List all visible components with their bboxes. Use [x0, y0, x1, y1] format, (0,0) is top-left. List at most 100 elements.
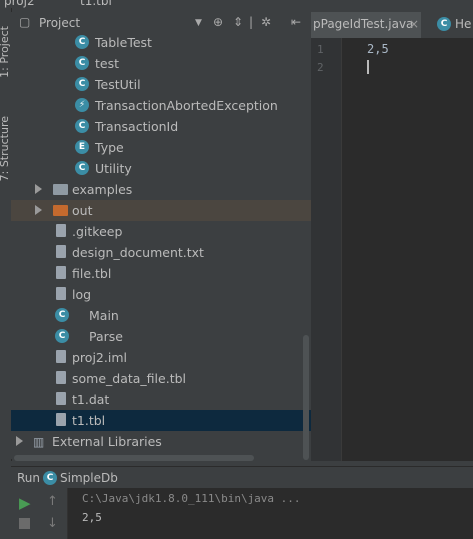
class-icon: C — [75, 35, 89, 49]
tree-item-label: Type — [95, 140, 124, 155]
tree-item-label: .gitkeep — [72, 224, 123, 239]
file-icon — [56, 266, 66, 279]
tree-item[interactable]: proj2.iml — [11, 347, 311, 368]
editor-tab-label: He — [455, 17, 472, 31]
class-icon: C — [75, 77, 89, 91]
file-icon — [56, 413, 66, 426]
tree-item-label: test — [95, 56, 120, 71]
project-tree: C TableTest C test C TestUtil ⚡ Transact… — [11, 34, 311, 459]
library-icon: ▥ — [33, 435, 45, 449]
class-icon: C — [437, 17, 451, 31]
folder-icon — [53, 205, 68, 216]
tree-item[interactable]: E Type — [11, 137, 311, 158]
class-icon: C — [75, 119, 89, 133]
class-icon: C — [75, 161, 89, 175]
enum-icon: E — [75, 140, 89, 154]
tree-item[interactable]: C TestUtil — [11, 74, 311, 95]
code-editor[interactable]: 1 2 2,5 — [311, 38, 473, 461]
tree-item[interactable]: C Utility — [11, 158, 311, 179]
tree-item-label: t1.dat — [72, 392, 110, 407]
file-icon — [56, 392, 66, 405]
expand-arrow-icon[interactable] — [35, 205, 42, 215]
rerun-play-icon[interactable]: ▶ — [19, 494, 31, 512]
structure-tool-tab[interactable]: 7: Structure — [0, 116, 11, 181]
hide-panel-icon[interactable]: ⇤ — [291, 15, 301, 29]
file-icon — [56, 350, 66, 363]
tree-item[interactable]: C TableTest — [11, 32, 311, 53]
tree-item-label: Main — [89, 308, 119, 323]
tree-item[interactable]: C Parse — [11, 326, 311, 347]
run-panel-label[interactable]: Run — [17, 471, 40, 485]
project-tool-tab[interactable]: 1: Project — [0, 26, 11, 78]
tree-horizontal-scrollbar[interactable] — [14, 455, 254, 461]
view-dropdown-icon[interactable]: ▼ — [195, 18, 202, 28]
exception-class-icon: ⚡ — [75, 98, 89, 112]
editor-tab-label: pPageIdTest.java — [313, 17, 414, 31]
tree-item-label: some_data_file.tbl — [72, 371, 187, 386]
main-class-icon: C — [55, 308, 69, 322]
tree-item-label: t1.tbl — [72, 413, 106, 428]
console-command-line: C:\Java\jdk1.8.0_111\bin\java ... — [82, 492, 301, 505]
title-bar: proj2 t1.tbl — [0, 0, 473, 8]
tree-item-label: Utility — [95, 161, 132, 176]
run-toolbar: ▶ ↑ ↓ — [11, 488, 68, 539]
tree-item-label: file.tbl — [72, 266, 112, 281]
settings-gear-icon[interactable]: ✲ — [261, 15, 271, 29]
file-icon — [56, 287, 66, 300]
tree-item-label: proj2.iml — [72, 350, 127, 365]
tree-item[interactable]: out — [11, 200, 311, 221]
run-config-icon: C — [43, 471, 57, 485]
scroll-up-icon[interactable]: ↑ — [47, 494, 58, 509]
text-caret — [367, 60, 369, 74]
project-view-icon: ▢ — [19, 15, 31, 29]
tree-item[interactable]: some_data_file.tbl — [11, 368, 311, 389]
file-icon — [56, 371, 66, 384]
tree-vertical-scrollbar[interactable] — [303, 335, 309, 460]
line-gutter: 1 2 — [311, 38, 342, 461]
code-line: 2,5 — [367, 42, 389, 56]
tree-item-selected[interactable]: t1.tbl — [11, 410, 311, 431]
tree-item-label: log — [72, 287, 92, 302]
run-config-name[interactable]: SimpleDb — [60, 471, 118, 485]
tree-item-label: out — [72, 203, 93, 218]
collapse-all-icon[interactable]: ⇕ — [233, 15, 243, 29]
stop-icon[interactable] — [19, 518, 30, 529]
tree-item-label: External Libraries — [52, 434, 162, 449]
file-icon — [56, 245, 66, 258]
class-icon: C — [75, 56, 89, 70]
console-output-line: 2,5 — [82, 511, 102, 524]
tree-item[interactable]: ▥ External Libraries — [11, 431, 311, 452]
tree-item-label: design_document.txt — [72, 245, 204, 260]
editor-tab[interactable]: pPageIdTest.java × — [311, 12, 421, 38]
run-console[interactable]: C:\Java\jdk1.8.0_111\bin\java ... 2,5 — [68, 488, 473, 539]
file-icon — [56, 224, 66, 237]
tree-item-label: TransactionId — [95, 119, 179, 134]
tree-item[interactable]: C Main — [11, 305, 311, 326]
project-name[interactable]: proj2 — [4, 0, 35, 8]
tree-item-label: TransactionAbortedException — [95, 98, 278, 113]
tree-item[interactable]: .gitkeep — [11, 221, 311, 242]
scroll-from-source-icon[interactable]: ⊕ — [213, 15, 223, 29]
folder-icon — [53, 184, 68, 195]
tree-item[interactable]: file.tbl — [11, 263, 311, 284]
tree-item-label: examples — [72, 182, 133, 197]
tree-item[interactable]: examples — [11, 179, 311, 200]
tree-item[interactable]: log — [11, 284, 311, 305]
expand-arrow-icon[interactable] — [35, 184, 42, 194]
editor-tab[interactable]: C He — [427, 12, 473, 38]
tree-item[interactable]: design_document.txt — [11, 242, 311, 263]
main-class-icon: C — [55, 329, 69, 343]
tree-item[interactable]: ⚡ TransactionAbortedException — [11, 95, 311, 116]
tree-item[interactable]: t1.dat — [11, 389, 311, 410]
editor-tab-bar: pPageIdTest.java × C He — [311, 12, 473, 39]
expand-arrow-icon[interactable] — [16, 436, 23, 446]
tree-item-label: TestUtil — [95, 77, 141, 92]
tree-item-label: TableTest — [95, 35, 152, 50]
tree-item[interactable]: C test — [11, 53, 311, 74]
run-panel-header: Run C SimpleDb — [11, 466, 473, 489]
tree-item[interactable]: C TransactionId — [11, 116, 311, 137]
close-tab-icon[interactable]: × — [409, 17, 419, 31]
project-panel-title[interactable]: Project — [39, 16, 80, 30]
current-file-name[interactable]: t1.tbl — [80, 0, 112, 8]
scroll-down-icon[interactable]: ↓ — [47, 516, 58, 531]
